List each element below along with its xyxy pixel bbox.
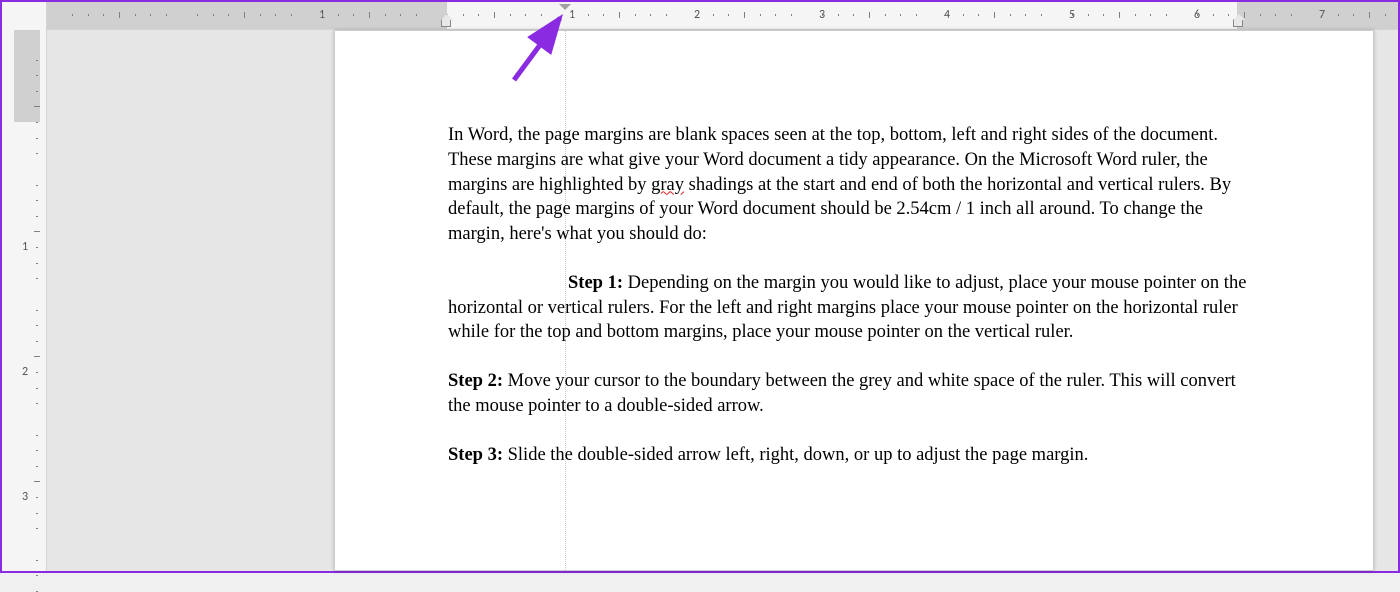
step-2-label: Step 2:	[448, 371, 503, 391]
first-line-indent-marker[interactable]	[559, 4, 571, 10]
step-2-body: Move your cursor to the boundary between…	[448, 371, 1236, 416]
v-ruler-number: 1	[22, 240, 28, 254]
step-3-paragraph[interactable]: Step 3: Slide the double-sided arrow lef…	[448, 443, 1253, 468]
intro-paragraph[interactable]: In Word, the page margins are blank spac…	[448, 123, 1253, 247]
right-indent-marker[interactable]	[1233, 19, 1243, 27]
page[interactable]: In Word, the page margins are blank spac…	[334, 30, 1374, 571]
horizontal-ruler[interactable]: 11234567	[47, 2, 1398, 30]
step-3-body: Slide the double-sided arrow left, right…	[503, 445, 1088, 465]
spelling-error[interactable]: gray	[651, 175, 684, 195]
vertical-ruler[interactable]: 1 2 3	[2, 2, 47, 571]
v-ruler-ticks: 1 2 3	[14, 30, 40, 571]
step-1-paragraph[interactable]: Step 1: Depending on the margin you woul…	[448, 271, 1253, 345]
left-indent-marker[interactable]	[441, 19, 451, 27]
document-body[interactable]: In Word, the page margins are blank spac…	[448, 123, 1253, 492]
step-3-label: Step 3:	[448, 445, 503, 465]
workspace: In Word, the page margins are blank spac…	[47, 30, 1398, 571]
h-ruler-ticks: 11234567	[47, 2, 1398, 29]
v-ruler-number: 3	[22, 490, 28, 504]
v-ruler-number: 2	[22, 365, 28, 379]
step-1-label: Step 1:	[568, 273, 623, 293]
step-2-paragraph[interactable]: Step 2: Move your cursor to the boundary…	[448, 369, 1253, 419]
